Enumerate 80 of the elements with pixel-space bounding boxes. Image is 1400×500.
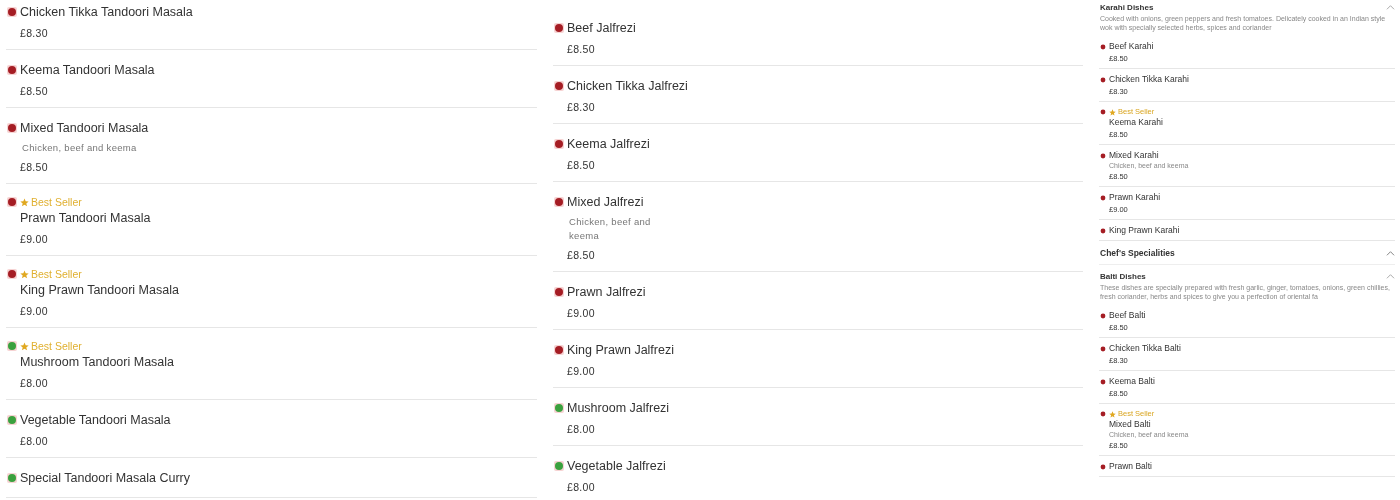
diet-indicator-icon	[554, 81, 564, 91]
diet-indicator-icon	[554, 345, 564, 355]
diet-indicator-icon	[7, 473, 17, 483]
diet-indicator-icon	[1100, 463, 1106, 470]
category-title: Chef's Specialities	[1100, 248, 1175, 258]
dish-name[interactable]: Chicken Tikka Jalfrezi	[567, 77, 688, 95]
dish-name[interactable]: Mixed Karahi	[1109, 150, 1159, 161]
dish-price: £8.50	[19, 85, 48, 97]
dish-name[interactable]: Mixed Balti	[1100, 419, 1151, 430]
dish-name[interactable]: Chicken Tikka Balti	[1109, 343, 1181, 354]
dish-name[interactable]: Beef Jalfrezi	[567, 19, 636, 37]
section-title: Balti Dishes	[1100, 271, 1146, 282]
dish-price: £9.00	[566, 365, 595, 377]
dish-name[interactable]: Keema Tandoori Masala	[20, 61, 155, 79]
diet-indicator-icon	[554, 461, 564, 471]
diet-indicator-icon	[554, 197, 564, 207]
diet-indicator-icon	[554, 287, 564, 297]
diet-indicator-icon	[7, 7, 17, 17]
diet-indicator-icon	[7, 341, 17, 351]
dish-name[interactable]: Chicken Tikka Tandoori Masala	[20, 3, 193, 21]
best-seller-label: Best Seller	[31, 339, 82, 353]
dish-name[interactable]: Vegetable Tandoori Masala	[20, 411, 171, 429]
dish-name[interactable]: Chicken Tikka Karahi	[1109, 74, 1189, 85]
diet-indicator-icon	[7, 269, 17, 279]
chevron-icon[interactable]	[1386, 250, 1395, 256]
dish-name[interactable]: Prawn Tandoori Masala	[7, 209, 151, 227]
best-seller-label: Best Seller	[31, 267, 82, 281]
diet-indicator-icon	[1100, 194, 1106, 201]
dish-name[interactable]: King Prawn Tandoori Masala	[7, 281, 179, 299]
dish-name[interactable]: Prawn Balti	[1109, 461, 1152, 472]
dish-name[interactable]: King Prawn Karahi	[1109, 225, 1180, 236]
dish-price: £8.50	[19, 161, 48, 173]
dish-name[interactable]: Vegetable Jalfrezi	[567, 457, 666, 475]
dish-price: £8.00	[566, 481, 595, 493]
chevron-icon[interactable]	[1386, 274, 1395, 279]
diet-indicator-icon	[7, 65, 17, 75]
diet-indicator-icon	[1100, 345, 1106, 352]
diet-indicator-icon	[1100, 109, 1106, 115]
diet-indicator-icon	[554, 403, 564, 413]
dish-price: £8.50	[566, 159, 595, 171]
diet-indicator-icon	[1100, 312, 1106, 319]
diet-indicator-icon	[7, 415, 17, 425]
dish-description: Chicken, beef and keema	[21, 141, 137, 155]
diet-indicator-icon	[7, 197, 17, 207]
dish-name[interactable]: Mixed Jalfrezi	[567, 193, 644, 211]
diet-indicator-icon	[554, 139, 564, 149]
dish-name[interactable]: Prawn Jalfrezi	[567, 283, 646, 301]
diet-indicator-icon	[554, 23, 564, 33]
dish-name[interactable]: Beef Balti	[1109, 310, 1146, 321]
diet-indicator-icon	[1100, 76, 1106, 83]
dish-name[interactable]: Mushroom Tandoori Masala	[7, 353, 174, 371]
section-title: Karahi Dishes	[1100, 2, 1154, 13]
dish-name[interactable]: Mixed Tandoori Masala	[20, 119, 149, 137]
diet-indicator-icon	[1100, 378, 1106, 385]
diet-indicator-icon	[1100, 152, 1106, 159]
dish-name[interactable]: Keema Jalfrezi	[567, 135, 650, 153]
diet-indicator-icon	[7, 123, 17, 133]
dish-price: £8.50	[566, 43, 595, 55]
dish-name[interactable]: Special Tandoori Masala Curry	[20, 469, 190, 487]
dish-price: £8.30	[566, 101, 595, 113]
dish-price: £8.50	[566, 249, 595, 261]
dish-price: £8.30	[19, 27, 48, 39]
dish-price: £8.00	[19, 435, 48, 447]
dish-price: £8.00	[19, 377, 48, 389]
dish-name[interactable]: Keema Balti	[1109, 376, 1155, 387]
dish-name[interactable]: Mushroom Jalfrezi	[567, 399, 670, 417]
dish-price: £9.00	[19, 305, 48, 317]
dish-price: £8.00	[566, 423, 595, 435]
dish-name[interactable]: Beef Karahi	[1109, 41, 1154, 52]
dish-price: £9.00	[566, 307, 595, 319]
diet-indicator-icon	[1100, 227, 1106, 234]
best-seller-label: Best Seller	[31, 195, 82, 209]
dish-name[interactable]: Keema Karahi	[1100, 117, 1163, 128]
diet-indicator-icon	[1100, 411, 1106, 417]
dish-name[interactable]: King Prawn Jalfrezi	[567, 341, 674, 359]
chevron-icon[interactable]	[1386, 5, 1395, 10]
dish-description: Chicken, beef and keema	[568, 215, 652, 243]
diet-indicator-icon	[1100, 43, 1106, 50]
dish-price: £9.00	[19, 233, 48, 245]
dish-name[interactable]: Prawn Karahi	[1109, 192, 1161, 203]
